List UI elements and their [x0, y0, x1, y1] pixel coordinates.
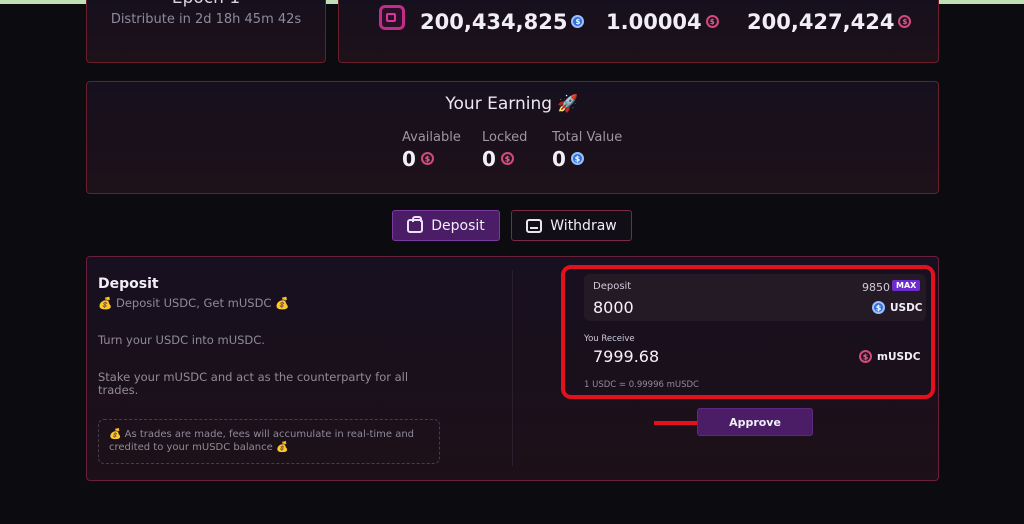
available-value-text: 0	[402, 147, 416, 171]
earning-total: Total Value 0	[552, 130, 622, 171]
fee-note-line1: 💰 As trades are made, fees will accumula…	[109, 429, 415, 440]
panel-title: Deposit	[98, 276, 159, 292]
panel-stake-text-line2: trades.	[98, 383, 139, 397]
stat-price: 1.00004	[606, 10, 719, 34]
musdc-coin-icon	[898, 15, 912, 28]
epoch-card: Epoch 1 Distribute in 2d 18h 45m 42s	[86, 0, 326, 63]
stat-total-value-text: 200,434,825	[420, 10, 568, 34]
panel-description: Turn your USDC into mUSDC.	[98, 333, 265, 347]
epoch-title: Epoch 1	[87, 0, 325, 8]
available-label: Available	[402, 130, 461, 145]
vault-icon	[379, 5, 405, 30]
tab-withdraw-label: Withdraw	[550, 217, 617, 234]
fee-note-line2: credited to your mUSDC balance 💰	[109, 442, 289, 453]
panel-divider	[512, 270, 513, 466]
musdc-coin-icon	[500, 152, 514, 165]
tab-deposit-label: Deposit	[431, 217, 485, 234]
total-value: 0	[552, 147, 622, 171]
locked-label: Locked	[482, 130, 528, 145]
usdc-coin-icon	[570, 152, 584, 165]
distribute-countdown: Distribute in 2d 18h 45m 42s	[110, 12, 302, 27]
earning-locked: Locked 0	[482, 130, 527, 171]
approve-button[interactable]: Approve	[697, 408, 813, 436]
total-value-label: Total Value	[552, 130, 623, 145]
earning-title: Your Earning 🚀	[445, 94, 579, 114]
stat-supply: 200,427,424	[747, 10, 912, 34]
vault-stats-card: 200,434,825 1.00004 200,427,424	[338, 0, 939, 63]
stat-total-value: 200,434,825	[420, 10, 585, 34]
available-value: 0	[402, 147, 461, 171]
panel-subtitle: 💰 Deposit USDC, Get mUSDC 💰	[98, 296, 290, 310]
total-value-text: 0	[552, 147, 566, 171]
bag-icon	[407, 215, 424, 233]
usdc-coin-icon	[571, 15, 585, 28]
stat-price-text: 1.00004	[606, 10, 702, 34]
card-icon	[526, 218, 543, 233]
earning-available: Available 0	[402, 130, 461, 171]
musdc-coin-icon	[705, 15, 719, 28]
locked-value: 0	[482, 147, 527, 171]
musdc-coin-icon	[420, 152, 434, 165]
annotation-highlight-box	[561, 265, 935, 399]
tab-deposit[interactable]: Deposit	[392, 210, 500, 241]
stat-supply-text: 200,427,424	[747, 10, 895, 34]
fee-note: 💰 As trades are made, fees will accumula…	[98, 419, 440, 464]
locked-value-text: 0	[482, 147, 496, 171]
tab-withdraw[interactable]: Withdraw	[511, 210, 632, 241]
panel-stake-text-line1: Stake your mUSDC and act as the counterp…	[98, 370, 409, 384]
